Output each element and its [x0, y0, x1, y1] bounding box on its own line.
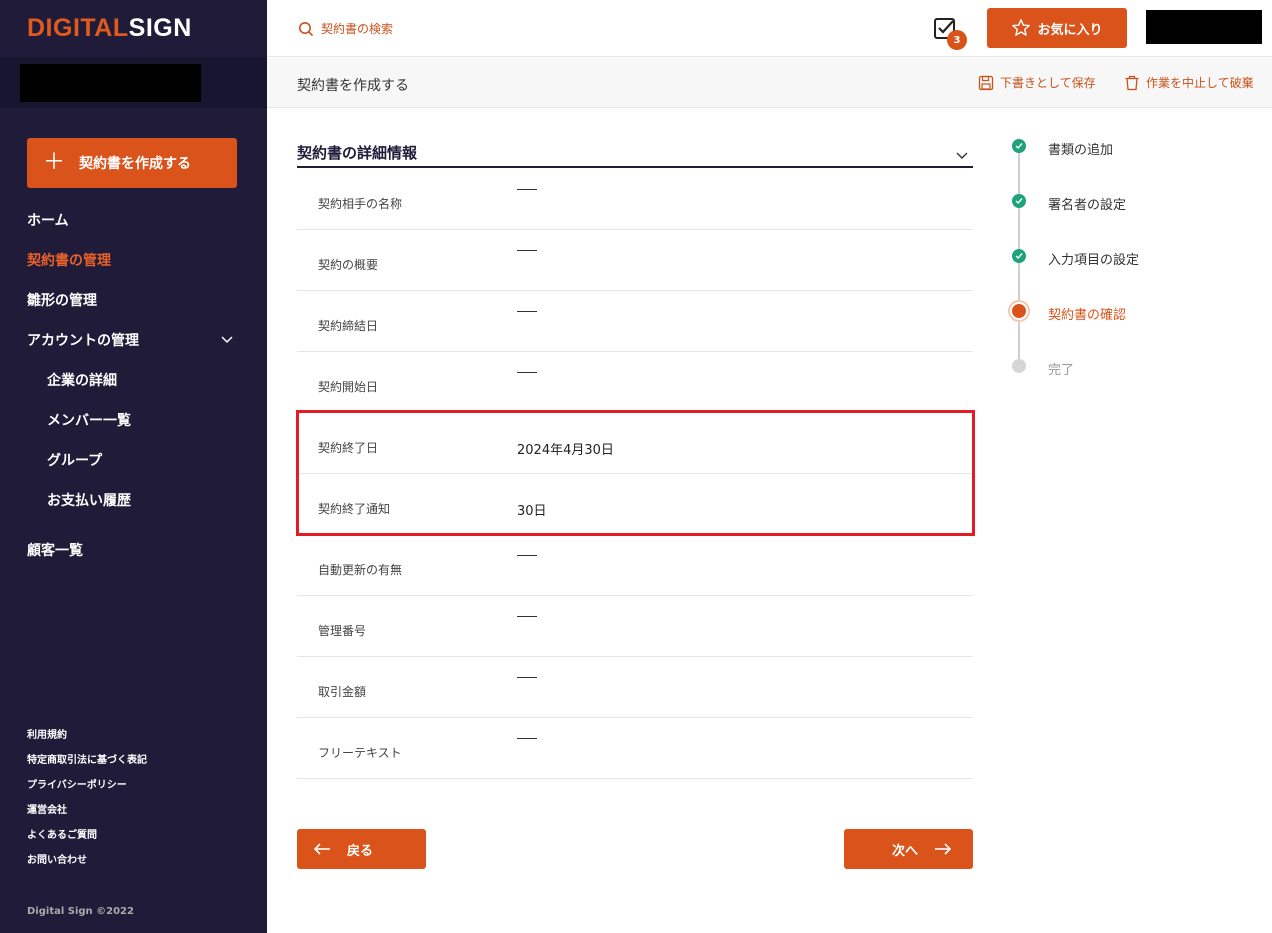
footer-link-company[interactable]: 運営会社	[27, 801, 67, 816]
logo-part-digital: DIGITAL	[27, 14, 129, 42]
footer-link-faq[interactable]: よくあるご質問	[27, 826, 97, 841]
nav-account-management[interactable]: アカウントの管理	[27, 330, 139, 350]
star-icon	[1012, 19, 1031, 36]
search-icon	[299, 21, 314, 36]
step-label: 入力項目の設定	[1048, 253, 1140, 268]
nav-home[interactable]: ホーム	[27, 210, 69, 230]
nav-payment-history[interactable]: お支払い履歴	[47, 490, 131, 510]
nav-customer-list[interactable]: 顧客一覧	[27, 540, 83, 560]
step-done-check-icon	[1012, 194, 1026, 208]
detail-label: 契約開始日	[318, 380, 379, 394]
detail-label: 取引金額	[318, 685, 367, 699]
step-current-icon	[1008, 300, 1030, 322]
detail-label: 契約の概要	[318, 258, 379, 272]
empty-value-dash	[517, 372, 537, 373]
empty-value-dash	[517, 189, 537, 190]
footer-link-privacy[interactable]: プライバシーポリシー	[27, 776, 127, 791]
details-section-title[interactable]: 契約書の詳細情報	[297, 142, 417, 163]
arrow-right-icon	[935, 843, 952, 855]
back-button[interactable]: 戻る	[297, 829, 426, 869]
chevron-down-icon[interactable]	[955, 150, 969, 162]
footer-link-terms[interactable]: 利用規約	[27, 726, 67, 741]
nav-company-details[interactable]: 企業の詳細	[47, 370, 117, 390]
step-done-check-icon	[1012, 139, 1026, 153]
page-title: 契約書を作成する	[297, 78, 409, 94]
save-draft-button[interactable]: 下書きとして保存	[978, 74, 1096, 91]
task-count-badge: 3	[947, 30, 967, 50]
redacted-account-info	[1146, 10, 1262, 44]
empty-value-dash	[517, 311, 537, 312]
nav-groups[interactable]: グループ	[47, 450, 102, 470]
detail-row-counterparty: 契約相手の名称	[297, 169, 973, 230]
logo-part-sign: SIGN	[128, 14, 192, 42]
user-block	[0, 57, 267, 108]
empty-value-dash	[517, 738, 537, 739]
footer-link-commerce-law[interactable]: 特定商取引法に基づく表記	[27, 751, 147, 766]
discard-label: 作業を中止して破棄	[1146, 76, 1254, 90]
create-contract-button[interactable]: ＋ 契約書を作成する	[27, 138, 237, 188]
detail-row-conclusion-date: 契約締結日	[297, 291, 973, 352]
detail-row-transaction-amount: 取引金額	[297, 657, 973, 718]
section-divider	[297, 166, 973, 168]
step-pending-icon	[1012, 359, 1026, 373]
detail-row-free-text: フリーテキスト	[297, 718, 973, 779]
favorites-button[interactable]: お気に入り	[987, 8, 1127, 48]
detail-label: 契約締結日	[318, 319, 379, 333]
nav-template-management[interactable]: 雛形の管理	[27, 290, 97, 310]
chevron-down-icon[interactable]	[220, 332, 234, 346]
back-label: 戻る	[347, 843, 374, 859]
create-contract-label: 契約書を作成する	[79, 156, 192, 172]
detail-label: 自動更新の有無	[318, 563, 403, 577]
discard-button[interactable]: 作業を中止して破棄	[1124, 74, 1254, 91]
step-connector	[1018, 146, 1020, 311]
detail-row-summary: 契約の概要	[297, 230, 973, 291]
floppy-disk-icon	[978, 75, 994, 90]
top-bar: 契約書の検索 3 お気に入り	[267, 0, 1272, 57]
detail-label: フリーテキスト	[318, 746, 402, 760]
favorites-label: お気に入り	[1037, 22, 1103, 38]
highlight-box	[296, 410, 975, 536]
step-done-check-icon	[1012, 249, 1026, 263]
copyright: Digital Sign ©2022	[27, 906, 134, 917]
empty-value-dash	[517, 250, 537, 251]
arrow-left-icon	[313, 843, 330, 855]
nav-member-list[interactable]: メンバー一覧	[47, 410, 131, 430]
trash-icon	[1125, 75, 1139, 90]
detail-row-management-number: 管理番号	[297, 596, 973, 657]
brand-logo[interactable]: DIGITALSIGN	[27, 14, 192, 43]
footer-link-contact[interactable]: お問い合わせ	[27, 851, 87, 866]
nav-contract-management[interactable]: 契約書の管理	[27, 250, 111, 270]
step-label: 書類の追加	[1048, 143, 1114, 158]
empty-value-dash	[517, 677, 537, 678]
step-current-dot	[1012, 304, 1026, 318]
sidebar: DIGITALSIGN ＋ 契約書を作成する ホーム 契約書の管理 雛形の管理 …	[0, 0, 267, 933]
step-label: 契約書の確認	[1048, 308, 1127, 323]
step-label: 完了	[1048, 363, 1075, 378]
save-draft-label: 下書きとして保存	[1000, 76, 1096, 90]
empty-value-dash	[517, 555, 537, 556]
search-placeholder: 契約書の検索	[321, 22, 394, 36]
detail-label: 管理番号	[318, 624, 367, 638]
detail-label: 契約相手の名称	[318, 197, 403, 211]
search-box[interactable]: 契約書の検索	[298, 20, 393, 37]
detail-row-start-date: 契約開始日	[297, 352, 973, 413]
sub-bar: 契約書を作成する 下書きとして保存 作業を中止して破棄	[267, 58, 1272, 108]
redacted-user-info	[20, 64, 201, 102]
next-label: 次へ	[892, 843, 919, 859]
plus-icon: ＋	[43, 150, 66, 175]
detail-row-auto-renewal: 自動更新の有無	[297, 535, 973, 596]
step-label: 署名者の設定	[1048, 198, 1127, 213]
next-button[interactable]: 次へ	[844, 829, 973, 869]
empty-value-dash	[517, 616, 537, 617]
